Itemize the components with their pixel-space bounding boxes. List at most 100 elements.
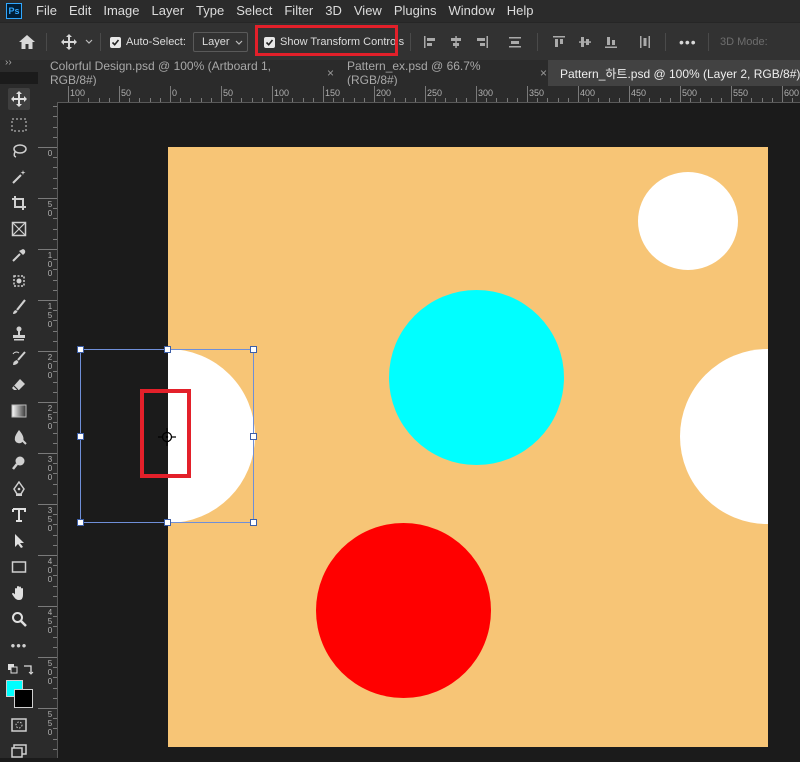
align-right-edges-icon[interactable]: [475, 35, 489, 49]
hand-tool[interactable]: [8, 582, 30, 604]
menu-filter[interactable]: Filter: [278, 0, 319, 22]
move-tool[interactable]: [8, 88, 30, 110]
menu-type[interactable]: Type: [190, 0, 230, 22]
auto-select-checkbox[interactable]: Auto-Select:: [110, 23, 186, 61]
transform-handle-left[interactable]: [77, 433, 84, 440]
menu-layer[interactable]: Layer: [146, 0, 191, 22]
menu-select[interactable]: Select: [230, 0, 278, 22]
move-tool-preset-button[interactable]: [60, 23, 94, 61]
dodge-tool[interactable]: [8, 452, 30, 474]
pen-tool[interactable]: [8, 478, 30, 500]
ruler-tick: [38, 504, 57, 505]
align-horizontal-centers-icon[interactable]: [449, 35, 463, 49]
horizontal-ruler[interactable]: 100 50 0 50 100 150 200 250 300 350 400 450 500 550 60…: [58, 86, 800, 103]
background-color-swatch[interactable]: [14, 689, 33, 708]
quick-mask-button[interactable]: [8, 714, 30, 736]
frame-icon: [11, 221, 27, 237]
ruler-tick: [282, 98, 283, 102]
menu-plugins[interactable]: Plugins: [388, 0, 443, 22]
screen-mode-button[interactable]: [8, 740, 30, 762]
ruler-tick: [292, 98, 293, 102]
move-icon: [11, 91, 27, 107]
ruler-tick: [109, 98, 110, 102]
ruler-label: 5 5 0: [47, 710, 53, 737]
vertical-ruler[interactable]: 0 5 0 1 0 0 1 5 0 2 0 0 2 5 0 3 0 0 3 5 0 4 0 0 4…: [38, 102, 58, 758]
lasso-tool[interactable]: [8, 140, 30, 162]
auto-select-target-dropdown[interactable]: Layer: [193, 32, 248, 52]
ruler-tick: [333, 98, 334, 102]
menu-view[interactable]: View: [348, 0, 388, 22]
transform-handle-top[interactable]: [164, 346, 171, 353]
ruler-tick: [53, 280, 57, 281]
ruler-tick: [670, 98, 671, 102]
ruler-tick: [507, 98, 508, 102]
ruler-tick: [425, 86, 426, 102]
close-icon[interactable]: ×: [327, 66, 334, 80]
distribute-horizontal-icon[interactable]: [638, 35, 652, 49]
gradient-tool[interactable]: [8, 400, 30, 422]
ruler-tick: [180, 98, 181, 102]
document-canvas[interactable]: [168, 147, 768, 747]
ruler-tick: [53, 167, 57, 168]
ruler-tick: [598, 98, 599, 102]
rectangle-tool[interactable]: [8, 556, 30, 578]
ruler-tick: [53, 586, 57, 587]
ruler-tick: [170, 86, 171, 102]
marquee-tool[interactable]: [8, 114, 30, 136]
tab-pattern-ex[interactable]: Pattern_ex.psd @ 66.7% (RGB/8#) ×: [335, 59, 547, 87]
ruler-label: 2 0 0: [47, 353, 53, 380]
distribute-vertical-icon[interactable]: [508, 35, 522, 49]
ruler-tick: [150, 98, 151, 102]
healing-brush-tool[interactable]: [8, 270, 30, 292]
menu-image[interactable]: Image: [97, 0, 145, 22]
lasso-icon: [13, 144, 27, 158]
align-vertical-centers-icon[interactable]: [578, 35, 592, 49]
ruler-origin[interactable]: [38, 86, 58, 102]
brush-tool[interactable]: [8, 296, 30, 318]
transform-handle-bottom-left[interactable]: [77, 519, 84, 526]
more-options-button[interactable]: •••: [679, 23, 697, 61]
history-brush-tool[interactable]: [8, 348, 30, 370]
edit-toolbar-button[interactable]: •••: [8, 634, 30, 656]
transform-handle-right[interactable]: [250, 433, 257, 440]
align-left-edges-icon[interactable]: [423, 35, 437, 49]
eyedropper-tool[interactable]: [8, 244, 30, 266]
align-top-edges-icon[interactable]: [552, 35, 566, 49]
ruler-label: 1 0 0: [47, 251, 53, 278]
menu-3d[interactable]: 3D: [319, 0, 348, 22]
ruler-tick: [53, 443, 57, 444]
frame-tool[interactable]: [8, 218, 30, 240]
menu-window[interactable]: Window: [442, 0, 500, 22]
ruler-tick: [354, 98, 355, 102]
close-icon[interactable]: ×: [540, 66, 547, 80]
ruler-tick: [782, 86, 783, 102]
pen-icon: [13, 481, 25, 496]
transform-handle-top-left[interactable]: [77, 346, 84, 353]
clone-stamp-tool[interactable]: [8, 322, 30, 344]
zoom-tool[interactable]: [8, 608, 30, 630]
expand-panel-icon[interactable]: ››: [5, 57, 12, 68]
tab-pattern-heart[interactable]: Pattern_하트.psd @ 100% (Layer 2, RGB/8#) …: [548, 60, 800, 86]
align-bottom-edges-icon[interactable]: [604, 35, 618, 49]
ruler-label: 5 0: [47, 200, 53, 218]
tab-colorful-design[interactable]: Colorful Design.psd @ 100% (Artboard 1, …: [38, 59, 334, 87]
menu-file[interactable]: File: [30, 0, 63, 22]
ruler-tick: [762, 98, 763, 102]
menu-edit[interactable]: Edit: [63, 0, 97, 22]
magic-wand-tool[interactable]: [8, 166, 30, 188]
ruler-tick: [201, 98, 202, 102]
eraser-tool[interactable]: [8, 374, 30, 396]
home-button[interactable]: [18, 23, 36, 61]
transform-handle-bottom-right[interactable]: [250, 519, 257, 526]
transform-handle-bottom[interactable]: [164, 519, 171, 526]
transform-handle-top-right[interactable]: [250, 346, 257, 353]
type-tool[interactable]: [8, 504, 30, 526]
menu-help[interactable]: Help: [501, 0, 540, 22]
crop-tool[interactable]: [8, 192, 30, 214]
tool-panel-header[interactable]: ››: [0, 57, 38, 72]
swap-colors-icon[interactable]: [17, 658, 39, 680]
blur-tool[interactable]: [8, 426, 30, 448]
path-selection-tool[interactable]: [8, 530, 30, 552]
ruler-tick: [578, 86, 579, 102]
ruler-tick: [547, 98, 548, 102]
